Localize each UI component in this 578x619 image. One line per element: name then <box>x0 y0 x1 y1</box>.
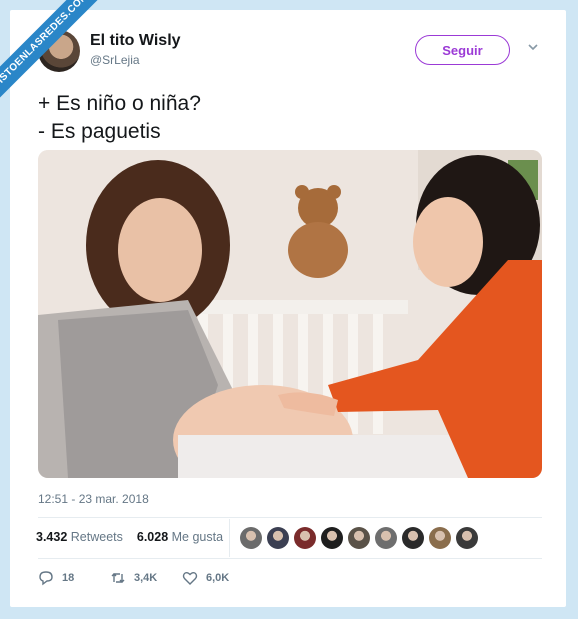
liker-avatar[interactable] <box>348 527 370 549</box>
tweet-line-2: - Es paguetis <box>38 120 161 143</box>
author-name[interactable]: El tito Wisly <box>90 32 181 50</box>
stats-separator <box>229 519 230 557</box>
engagement-stats: 3.432 Retweets 6.028 Me gusta <box>36 530 223 544</box>
photo-illustration <box>38 150 542 478</box>
author-handle[interactable]: @SrLejia <box>90 53 140 67</box>
liker-avatars <box>240 527 478 549</box>
liker-avatar[interactable] <box>294 527 316 549</box>
tweet-timestamp[interactable]: 12:51 - 23 mar. 2018 <box>38 492 149 506</box>
tweet-actions: 18 3,4K 6,0K <box>38 570 254 586</box>
tweet-text: + Es niño o niña? - Es paguetis <box>38 90 201 146</box>
likes-count: 6.028 <box>136 530 169 544</box>
retweet-button[interactable]: 3,4K <box>110 570 182 586</box>
chevron-down-icon[interactable] <box>526 40 540 54</box>
retweet-icon <box>111 573 125 583</box>
reply-button[interactable]: 18 <box>38 570 110 586</box>
retweets-count: 3.432 <box>36 530 68 544</box>
likes-stat[interactable]: 6.028 Me gusta <box>137 530 223 544</box>
heart-icon <box>182 572 198 585</box>
retweets-label: Retweets <box>70 530 123 544</box>
liker-avatar[interactable] <box>429 527 451 549</box>
liker-avatar[interactable] <box>321 527 343 549</box>
retweet-count: 3,4K <box>134 572 158 584</box>
tweet-line-1: + Es niño o niña? <box>38 92 201 115</box>
likes-label: Me gusta <box>171 530 224 544</box>
liker-avatar[interactable] <box>267 527 289 549</box>
like-button[interactable]: 6,0K <box>182 570 254 586</box>
liker-avatar[interactable] <box>402 527 424 549</box>
follow-button[interactable]: Seguir <box>415 35 510 65</box>
reply-icon <box>39 571 53 586</box>
tweet-photo[interactable] <box>38 150 542 478</box>
divider <box>38 558 542 559</box>
reply-count: 18 <box>62 572 75 584</box>
liker-avatar[interactable] <box>456 527 478 549</box>
divider <box>38 517 542 518</box>
liker-avatar[interactable] <box>240 527 262 549</box>
retweets-stat[interactable]: 3.432 Retweets <box>36 530 123 544</box>
liker-avatar[interactable] <box>375 527 397 549</box>
like-count: 6,0K <box>206 572 230 584</box>
